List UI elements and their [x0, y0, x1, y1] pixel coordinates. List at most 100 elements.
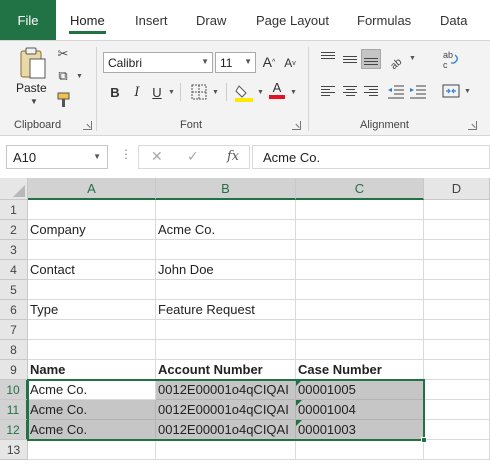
- cell[interactable]: [296, 220, 424, 240]
- cell[interactable]: [156, 340, 296, 360]
- font-name-select[interactable]: Calibri ▼: [103, 52, 213, 73]
- tab-page-layout[interactable]: Page Layout: [256, 0, 329, 40]
- font-color-button[interactable]: A: [268, 81, 286, 99]
- font-launcher-icon[interactable]: [292, 121, 301, 130]
- cell[interactable]: [424, 280, 490, 300]
- paste-dropdown-icon[interactable]: ▼: [30, 97, 38, 106]
- cell-a11[interactable]: Acme Co.: [28, 400, 156, 420]
- row-header[interactable]: 9: [0, 360, 28, 380]
- column-header-c[interactable]: C: [296, 178, 424, 200]
- row-header[interactable]: 3: [0, 240, 28, 260]
- cell-c10[interactable]: 00001005: [296, 380, 424, 400]
- merge-center-icon[interactable]: [441, 81, 461, 101]
- clipboard-launcher-icon[interactable]: [83, 121, 92, 130]
- paste-button[interactable]: Paste: [16, 81, 47, 95]
- cell-a9[interactable]: Name: [28, 360, 156, 380]
- column-header-b[interactable]: B: [156, 178, 296, 200]
- cell[interactable]: [28, 440, 156, 460]
- row-header[interactable]: 4: [0, 260, 28, 280]
- row-header[interactable]: 1: [0, 200, 28, 220]
- orientation-icon[interactable]: ab: [386, 50, 406, 70]
- cell[interactable]: [156, 240, 296, 260]
- column-header-d[interactable]: D: [424, 178, 490, 200]
- format-painter-icon[interactable]: [55, 91, 73, 109]
- tab-file[interactable]: File: [0, 0, 56, 40]
- cell[interactable]: [296, 240, 424, 260]
- cell[interactable]: [424, 380, 490, 400]
- cancel-icon[interactable]: ✕: [151, 148, 163, 165]
- cell-b2[interactable]: Acme Co.: [156, 220, 296, 240]
- font-size-select[interactable]: 11 ▼: [215, 52, 256, 73]
- cell[interactable]: [424, 200, 490, 220]
- row-header[interactable]: 6: [0, 300, 28, 320]
- row-header[interactable]: 13: [0, 440, 28, 460]
- cell-a2[interactable]: Company: [28, 220, 156, 240]
- insert-function-button[interactable]: fx: [227, 149, 239, 164]
- grow-font-button[interactable]: A ^: [262, 53, 276, 71]
- tab-formulas[interactable]: Formulas: [357, 0, 411, 40]
- row-header[interactable]: 2: [0, 220, 28, 240]
- cell-a6[interactable]: Type: [28, 300, 156, 320]
- fill-handle[interactable]: [421, 437, 427, 443]
- decrease-indent-icon[interactable]: [386, 81, 406, 101]
- copy-icon[interactable]: ⧉: [54, 67, 72, 85]
- cell[interactable]: [296, 300, 424, 320]
- cell[interactable]: [156, 200, 296, 220]
- cell[interactable]: [424, 440, 490, 460]
- cell[interactable]: [28, 280, 156, 300]
- cell[interactable]: [296, 440, 424, 460]
- row-header[interactable]: 8: [0, 340, 28, 360]
- cell[interactable]: [424, 220, 490, 240]
- cell-a10[interactable]: Acme Co.: [28, 380, 156, 400]
- cell[interactable]: [424, 240, 490, 260]
- cell[interactable]: [28, 340, 156, 360]
- copy-dropdown-icon[interactable]: ▼: [76, 73, 83, 80]
- underline-dropdown-icon[interactable]: ▼: [168, 89, 175, 96]
- select-all-button[interactable]: [0, 178, 28, 200]
- cell[interactable]: [424, 320, 490, 340]
- middle-align-icon[interactable]: [340, 49, 360, 69]
- cell[interactable]: [156, 320, 296, 340]
- cell-c9[interactable]: Case Number: [296, 360, 424, 380]
- cell-b11[interactable]: 0012E00001o4qCIQAI: [156, 400, 296, 420]
- borders-dropdown-icon[interactable]: ▼: [212, 89, 219, 96]
- align-right-icon[interactable]: [361, 81, 381, 101]
- tab-insert[interactable]: Insert: [135, 0, 168, 40]
- tab-draw[interactable]: Draw: [196, 0, 226, 40]
- alignment-launcher-icon[interactable]: [468, 121, 477, 130]
- name-box[interactable]: A10 ▼: [6, 145, 108, 169]
- bold-button[interactable]: B: [108, 83, 122, 101]
- cell[interactable]: [28, 320, 156, 340]
- enter-icon[interactable]: ✓: [187, 148, 199, 165]
- underline-button[interactable]: U: [150, 83, 164, 101]
- paste-icon[interactable]: [18, 47, 48, 81]
- cell[interactable]: [424, 360, 490, 380]
- row-header[interactable]: 12: [0, 420, 28, 440]
- cell[interactable]: [424, 340, 490, 360]
- top-align-icon[interactable]: [318, 49, 338, 69]
- borders-icon[interactable]: [190, 83, 208, 101]
- cell[interactable]: [424, 260, 490, 280]
- fill-color-icon[interactable]: [234, 82, 254, 102]
- cell-c11[interactable]: 00001004: [296, 400, 424, 420]
- cell[interactable]: [296, 260, 424, 280]
- align-left-icon[interactable]: [318, 81, 338, 101]
- cell-b6[interactable]: Feature Request: [156, 300, 296, 320]
- cell-a4[interactable]: Contact: [28, 260, 156, 280]
- cell[interactable]: [424, 400, 490, 420]
- fill-color-dropdown-icon[interactable]: ▼: [257, 89, 264, 96]
- cell[interactable]: [28, 200, 156, 220]
- cell[interactable]: [156, 440, 296, 460]
- cell-b4[interactable]: John Doe: [156, 260, 296, 280]
- cell[interactable]: [296, 340, 424, 360]
- formula-input[interactable]: Acme Co.: [252, 145, 490, 169]
- cell-c12[interactable]: 00001003: [296, 420, 424, 440]
- tab-home[interactable]: Home: [69, 0, 106, 40]
- cell[interactable]: [296, 320, 424, 340]
- font-color-dropdown-icon[interactable]: ▼: [290, 89, 297, 96]
- cell[interactable]: [296, 280, 424, 300]
- cell-b10[interactable]: 0012E00001o4qCIQAI: [156, 380, 296, 400]
- bottom-align-icon[interactable]: [361, 49, 381, 69]
- row-header[interactable]: 10: [0, 380, 28, 400]
- cell[interactable]: [424, 420, 490, 440]
